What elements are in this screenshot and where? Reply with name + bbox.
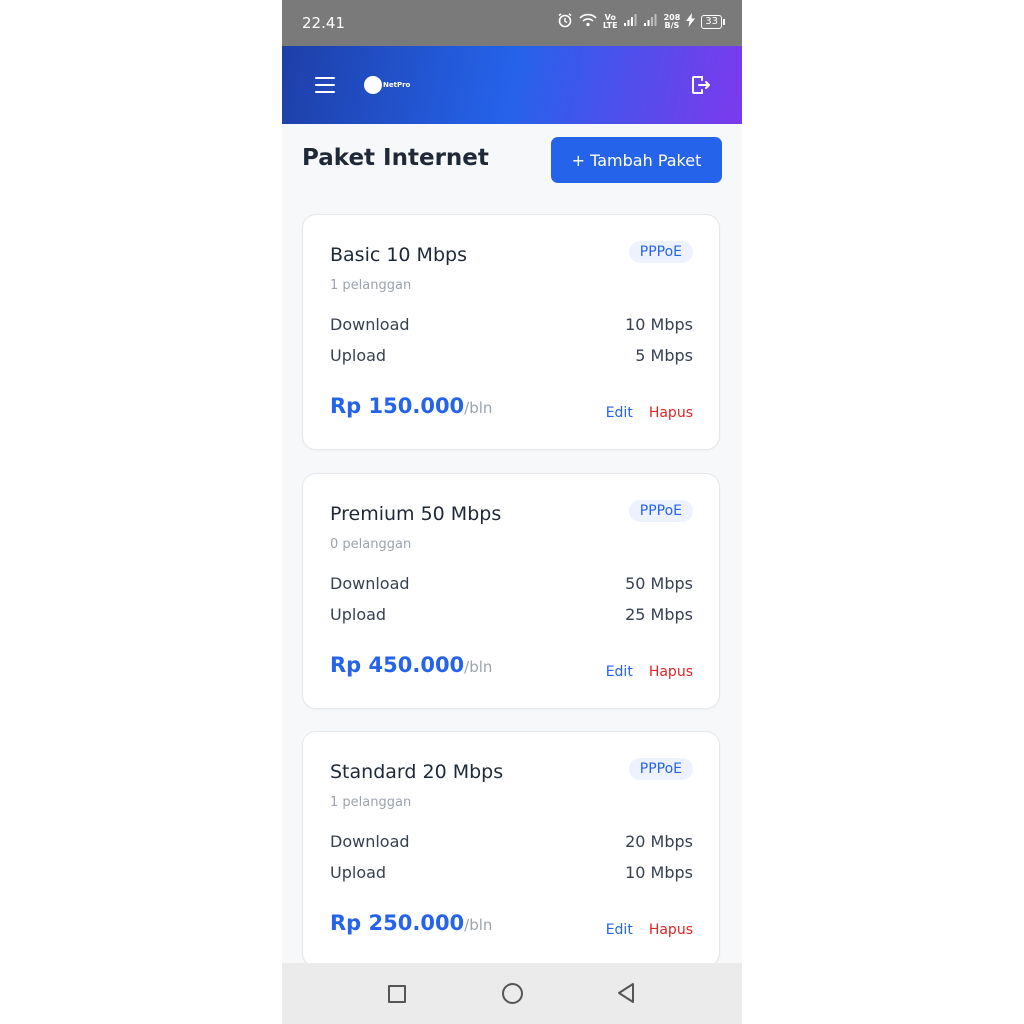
upload-value: 10 Mbps xyxy=(625,863,693,882)
network-speed: 208 B/S xyxy=(663,12,681,30)
delete-button[interactable]: Hapus xyxy=(649,405,693,421)
package-card: Basic 10 Mbps PPPoE 1 pelanggan Download… xyxy=(302,214,720,450)
subscriber-count: 1 pelanggan xyxy=(330,795,412,810)
price-amount: Rp 150.000 xyxy=(330,394,465,418)
package-type-badge: PPPoE xyxy=(628,500,693,522)
home-icon[interactable] xyxy=(502,983,523,1004)
download-value: 50 Mbps xyxy=(625,574,693,593)
download-row: Download 20 Mbps xyxy=(330,832,693,851)
edit-button[interactable]: Edit xyxy=(606,405,633,421)
upload-label: Upload xyxy=(330,605,387,624)
subscriber-count: 0 pelanggan xyxy=(330,537,412,552)
price-period: /bln xyxy=(464,658,493,676)
app-bar: NetPro xyxy=(282,46,742,124)
price-period: /bln xyxy=(464,916,493,934)
edit-button[interactable]: Edit xyxy=(606,922,633,938)
card-actions: Edit Hapus xyxy=(606,664,693,680)
logo-text: NetPro xyxy=(383,81,411,89)
subscriber-count: 1 pelanggan xyxy=(330,278,412,293)
logout-icon[interactable] xyxy=(688,73,712,97)
add-package-button[interactable]: + Tambah Paket xyxy=(551,137,722,183)
download-value: 20 Mbps xyxy=(625,832,693,851)
upload-row: Upload 25 Mbps xyxy=(330,605,693,624)
battery-icon: 33 xyxy=(701,14,725,29)
upload-value: 25 Mbps xyxy=(625,605,693,624)
price-amount: Rp 450.000 xyxy=(330,653,465,677)
upload-label: Upload xyxy=(330,863,387,882)
edit-button[interactable]: Edit xyxy=(606,664,633,680)
back-icon[interactable] xyxy=(616,982,636,1008)
status-time: 22.41 xyxy=(302,14,345,32)
phone-screen: 22.41 Vo LTE 208 B/S 33 NetPro Paket Int… xyxy=(282,0,742,1024)
upload-row: Upload 5 Mbps xyxy=(330,346,693,365)
package-card: Standard 20 Mbps PPPoE 1 pelanggan Downl… xyxy=(302,731,720,967)
price-amount: Rp 250.000 xyxy=(330,911,465,935)
charging-icon xyxy=(686,13,696,30)
hamburger-menu-icon[interactable] xyxy=(315,77,335,93)
price-period: /bln xyxy=(464,399,493,417)
package-price: Rp 250.000/bln xyxy=(330,911,492,935)
download-value: 10 Mbps xyxy=(625,315,693,334)
alarm-icon xyxy=(557,12,573,31)
page-title: Paket Internet xyxy=(302,145,489,171)
logo-mark xyxy=(364,76,382,94)
download-row: Download 10 Mbps xyxy=(330,315,693,334)
upload-label: Upload xyxy=(330,346,387,365)
download-label: Download xyxy=(330,832,410,851)
package-card: Premium 50 Mbps PPPoE 0 pelanggan Downlo… xyxy=(302,473,720,709)
package-price: Rp 150.000/bln xyxy=(330,394,492,418)
delete-button[interactable]: Hapus xyxy=(649,664,693,680)
package-name: Standard 20 Mbps xyxy=(330,761,504,783)
volte-icon: Vo LTE xyxy=(602,12,618,30)
package-name: Premium 50 Mbps xyxy=(330,503,502,525)
download-row: Download 50 Mbps xyxy=(330,574,693,593)
signal-icon-sim1 xyxy=(623,14,638,29)
recent-apps-icon[interactable] xyxy=(388,985,406,1003)
signal-icon-sim2 xyxy=(643,14,658,29)
package-type-badge: PPPoE xyxy=(628,241,693,263)
upload-row: Upload 10 Mbps xyxy=(330,863,693,882)
card-actions: Edit Hapus xyxy=(606,405,693,421)
package-type-badge: PPPoE xyxy=(628,758,693,780)
package-name: Basic 10 Mbps xyxy=(330,244,467,266)
app-logo: NetPro xyxy=(364,76,410,94)
download-label: Download xyxy=(330,574,410,593)
download-label: Download xyxy=(330,315,410,334)
card-actions: Edit Hapus xyxy=(606,922,693,938)
system-nav-bar xyxy=(282,963,742,1024)
status-icons: Vo LTE 208 B/S 33 xyxy=(557,12,725,31)
wifi-icon xyxy=(579,13,597,30)
package-price: Rp 450.000/bln xyxy=(330,653,492,677)
status-bar: 22.41 Vo LTE 208 B/S 33 xyxy=(282,0,742,46)
upload-value: 5 Mbps xyxy=(635,346,693,365)
delete-button[interactable]: Hapus xyxy=(649,922,693,938)
